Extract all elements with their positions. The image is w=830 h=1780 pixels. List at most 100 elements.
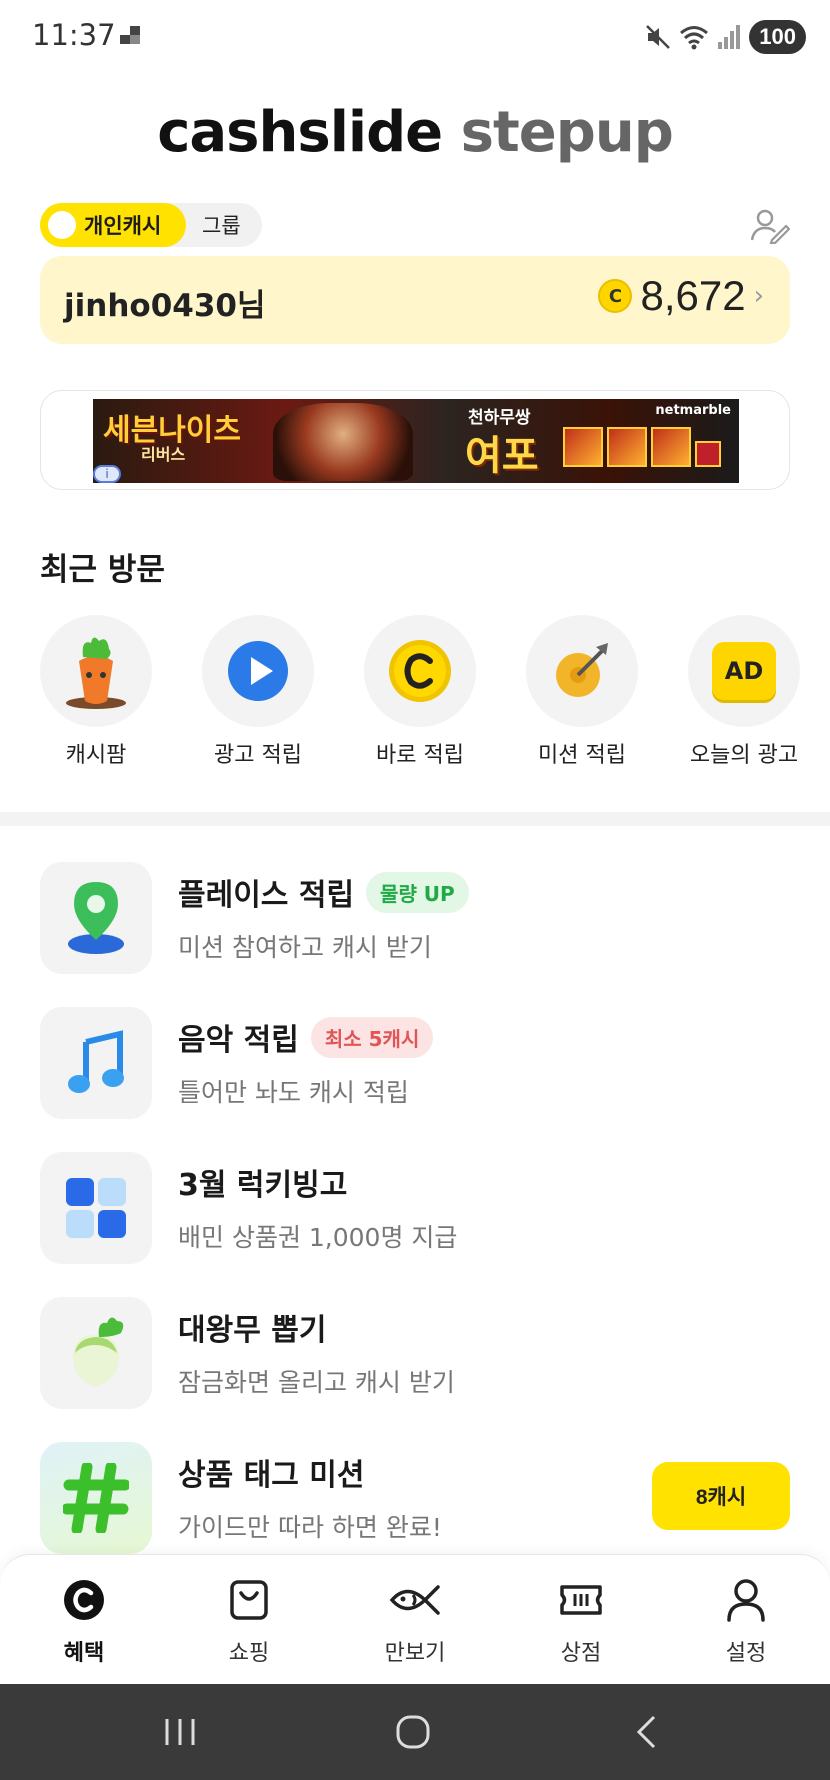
recent-item-circle xyxy=(202,615,314,727)
nav-pedometer[interactable]: 만보기 xyxy=(355,1577,475,1667)
toggle-knob xyxy=(48,211,76,239)
back-icon xyxy=(636,1715,656,1749)
target-icon xyxy=(556,643,608,697)
list-title: 대왕무 뽑기 xyxy=(178,1313,327,1348)
benefit-c-icon xyxy=(64,1580,104,1620)
list-item-product-tag-mission[interactable]: 상품 태그 미션 가이드만 따라 하면 완료! 8캐시 xyxy=(40,1442,790,1554)
list-title: 3월 럭키빙고 xyxy=(178,1168,348,1203)
cash-type-toggle[interactable]: 개인캐시 그룹 xyxy=(40,203,262,247)
list-item-place-earn[interactable]: 플레이스 적립 물량 UP 미션 참여하고 캐시 받기 xyxy=(40,862,790,974)
cash-balance[interactable]: C 8,672 › xyxy=(598,272,764,320)
recent-item-instant-earn[interactable]: 바로 적립 xyxy=(364,615,476,769)
wifi-icon xyxy=(680,26,709,50)
list-subtitle: 미션 참여하고 캐시 받기 xyxy=(178,933,432,962)
nav-settings[interactable]: 설정 xyxy=(686,1577,806,1667)
notification-app-icon xyxy=(120,26,140,44)
status-icons: 100 xyxy=(645,20,806,54)
nav-icon-wrap xyxy=(355,1577,475,1623)
list-subtitle: 가이드만 따라 하면 완료! xyxy=(178,1513,442,1542)
map-pin-icon xyxy=(68,882,124,954)
home-button[interactable] xyxy=(383,1710,443,1754)
list-title-row: 음악 적립 최소 5캐시 xyxy=(178,1015,434,1059)
shopping-bag-icon xyxy=(230,1580,268,1620)
nav-icon-wrap xyxy=(686,1577,806,1623)
ad-brand: netmarble xyxy=(655,403,731,418)
nav-store[interactable]: 상점 xyxy=(521,1577,641,1667)
recent-item-label: 캐시팜 xyxy=(65,743,127,768)
list-item-radish-draw[interactable]: 대왕무 뽑기 잠금화면 올리고 캐시 받기 xyxy=(40,1297,790,1409)
nav-benefits[interactable]: 혜택 xyxy=(24,1577,144,1667)
ad-thumb xyxy=(607,427,647,467)
recent-item-label: 광고 적립 xyxy=(214,743,302,768)
list-title-row: 대왕무 뽑기 xyxy=(178,1305,326,1349)
coin-c-icon xyxy=(389,640,451,702)
carrot-icon xyxy=(66,637,126,709)
nav-label: 상점 xyxy=(560,1641,602,1666)
recent-item-label: 미션 적립 xyxy=(538,743,626,768)
recents-icon xyxy=(165,1719,195,1745)
recent-item-mission-earn[interactable]: 미션 적립 xyxy=(526,615,638,769)
recent-item-circle xyxy=(40,615,152,727)
play-icon xyxy=(228,641,288,701)
list-item-lucky-bingo[interactable]: 3월 럭키빙고 배민 상품권 1,000명 지급 xyxy=(40,1152,790,1264)
fish-icon xyxy=(389,1585,440,1615)
recent-item-ad-earn[interactable]: 광고 적립 xyxy=(202,615,314,769)
user-name: jinho0430님 xyxy=(64,288,266,324)
toggle-personal-cash[interactable]: 개인캐시 xyxy=(40,203,186,247)
list-subtitle: 잠금화면 올리고 캐시 받기 xyxy=(178,1368,455,1397)
mute-icon xyxy=(646,25,671,49)
nav-shopping[interactable]: 쇼핑 xyxy=(189,1577,309,1667)
bottom-nav: 혜택 쇼핑 만보기 상점 설정 xyxy=(0,1554,830,1684)
section-divider xyxy=(0,812,830,826)
list-title: 상품 태그 미션 xyxy=(178,1458,365,1493)
system-nav-bar xyxy=(0,1684,830,1780)
list-subtitle: 배민 상품권 1,000명 지급 xyxy=(178,1223,458,1252)
chevron-right-icon: › xyxy=(753,281,764,311)
toggle-personal-label: 개인캐시 xyxy=(84,214,162,238)
profile-edit-icon[interactable] xyxy=(750,208,790,244)
ad-badge-text: AD xyxy=(724,657,764,685)
recent-item-circle: AD xyxy=(688,615,800,727)
nav-label: 쇼핑 xyxy=(228,1641,270,1666)
ad-info-icon[interactable]: i xyxy=(93,465,121,483)
recent-visits-title: 최근 방문 xyxy=(40,552,165,588)
list-title-row: 3월 럭키빙고 xyxy=(178,1160,347,1204)
list-subtitle: 틀어만 놔도 캐시 적립 xyxy=(178,1078,409,1107)
recent-item-cashfarm[interactable]: 캐시팜 xyxy=(40,615,152,769)
ad-thumb xyxy=(563,427,603,467)
recents-button[interactable] xyxy=(150,1710,210,1754)
bingo-grid-icon xyxy=(66,1178,126,1238)
back-button[interactable] xyxy=(616,1710,676,1754)
ad-banner-container[interactable]: 세븐나이츠 리버스 천하무쌍 여포 netmarble i xyxy=(40,390,790,490)
nav-icon-wrap xyxy=(24,1577,144,1623)
earn-cash-button[interactable]: 8캐시 xyxy=(652,1462,790,1530)
person-icon xyxy=(727,1579,765,1622)
list-thumb xyxy=(40,1442,152,1554)
list-badge: 물량 UP xyxy=(366,871,469,913)
toggle-group-cash[interactable]: 그룹 xyxy=(186,210,241,240)
list-thumb xyxy=(40,1007,152,1119)
nav-label: 설정 xyxy=(725,1641,767,1666)
recent-item-label: 오늘의 광고 xyxy=(689,743,799,768)
recent-item-label: 바로 적립 xyxy=(376,743,464,768)
list-item-music-earn[interactable]: 음악 적립 최소 5캐시 틀어만 놔도 캐시 적립 xyxy=(40,1007,790,1119)
coin-icon: C xyxy=(598,279,633,313)
home-icon xyxy=(396,1715,430,1749)
status-bar: 11:37 100 xyxy=(0,0,830,74)
battery-indicator: 100 xyxy=(749,20,806,54)
list-thumb xyxy=(40,862,152,974)
user-balance-card[interactable]: jinho0430님 C 8,672 › xyxy=(40,256,790,344)
list-thumb xyxy=(40,1297,152,1409)
list-title: 플레이스 적립 xyxy=(178,878,355,913)
status-time: 11:37 xyxy=(32,18,116,52)
ad-thumb xyxy=(651,427,691,467)
nav-icon-wrap xyxy=(189,1577,309,1623)
ticket-icon xyxy=(560,1585,602,1615)
list-title-row: 플레이스 적립 물량 UP xyxy=(178,870,469,914)
ad-banner[interactable]: 세븐나이츠 리버스 천하무쌍 여포 netmarble xyxy=(93,399,739,483)
recent-visits-row: 캐시팜 광고 적립 바로 적립 미션 적립 AD 오늘의 광고 xyxy=(40,615,800,768)
recent-item-todays-ad[interactable]: AD 오늘의 광고 xyxy=(688,615,800,769)
hashtag-icon xyxy=(63,1463,129,1533)
list-title: 음악 적립 xyxy=(178,1023,299,1058)
balance-value: 8,672 xyxy=(640,272,746,319)
